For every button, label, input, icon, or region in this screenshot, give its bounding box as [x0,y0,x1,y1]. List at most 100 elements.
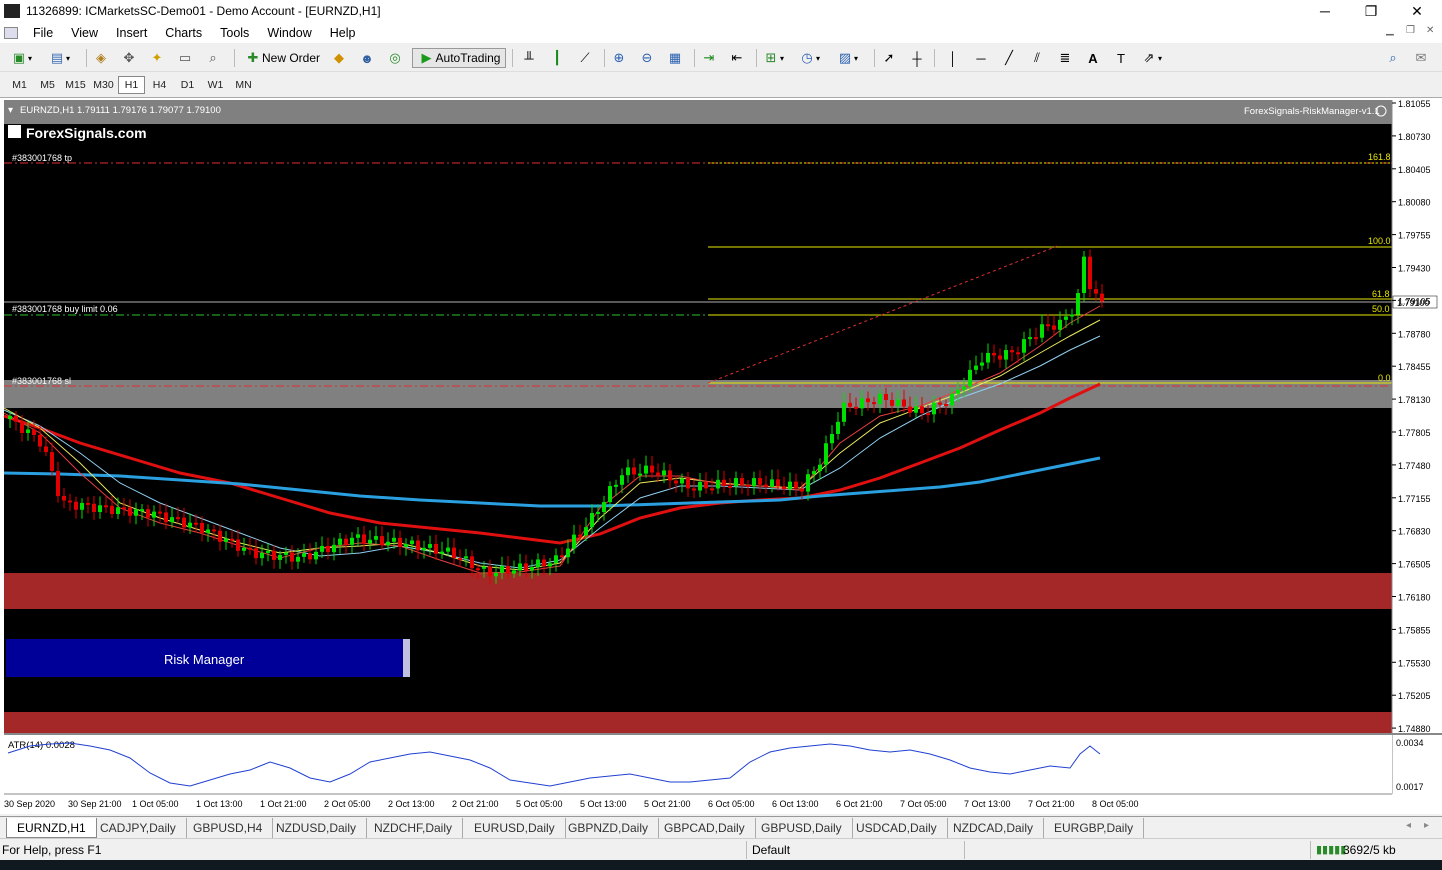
time-tick-label: 1 Oct 13:00 [196,799,243,809]
metatrader-app-icon [4,4,20,18]
document-icon[interactable] [4,26,18,39]
data-window-button[interactable]: ✥ [120,48,138,68]
chart-dropdown-icon[interactable]: ▾ [8,105,13,116]
risk-manager-button[interactable]: Risk Manager [6,639,410,677]
cursor-tool[interactable]: ➚ [880,48,898,68]
candlestick-button[interactable]: ┃ [548,48,566,68]
crosshair-tool[interactable]: ┼ [908,48,926,68]
candle-body [374,536,378,540]
chart-window[interactable]: ▾ EURNZD,H1 1.79111 1.79176 1.79077 1.79… [0,98,1442,814]
profiles-button[interactable]: ▤ ▾ [48,48,70,68]
timeframe-m30[interactable]: M30 [90,76,117,94]
market-button[interactable]: ◎ [386,48,404,68]
tab-usdcad-daily[interactable]: USDCAD,Daily [846,818,948,838]
new-chart-button[interactable]: ▣ ▾ [10,48,32,68]
close-button[interactable]: ✕ [1394,0,1440,22]
tab-nzdchf-daily[interactable]: NZDCHF,Daily [364,818,463,838]
tab-eurnzd-h1[interactable]: EURNZD,H1 [6,818,97,838]
timeframe-m5[interactable]: M5 [34,76,61,94]
menu-window[interactable]: Window [258,26,320,40]
chart-shift-button[interactable]: ⇤ [728,48,746,68]
zoom-in-button[interactable]: ⊕ [610,48,628,68]
time-tick-label: 6 Oct 13:00 [772,799,819,809]
new-order-button[interactable]: ✚ New Order [242,48,322,68]
menu-view[interactable]: View [62,26,107,40]
menu-tools[interactable]: Tools [211,26,258,40]
signals-button[interactable]: ☻ [358,48,376,68]
terminal-button[interactable]: ▭ [176,48,194,68]
mdi-minimize-icon[interactable]: ▁ [1386,25,1394,36]
tab-eurgbp-daily[interactable]: EURGBP,Daily [1044,818,1145,838]
candle-body [914,406,918,413]
trendline-tool[interactable]: ╱ [1000,48,1018,68]
mdi-close-icon[interactable]: ✕ [1426,25,1434,36]
candle-body [362,534,366,544]
menu-insert[interactable]: Insert [107,26,156,40]
bar-chart-button[interactable]: ╨ [520,48,538,68]
candle-body [938,402,942,405]
candle-body [482,566,486,569]
vertical-line-tool[interactable]: │ [944,48,962,68]
indicators-button[interactable]: ⊞ ▾ [762,48,784,68]
search-button[interactable]: ⌕ [1384,48,1402,68]
menu-file[interactable]: File [24,26,62,40]
candle-body [680,478,684,484]
timeframe-m1[interactable]: M1 [6,76,33,94]
candle-body [404,544,408,548]
timeframe-w1[interactable]: W1 [202,76,229,94]
tab-nzdcad-daily[interactable]: NZDCAD,Daily [943,818,1045,838]
metaeditor-button[interactable]: ◆ [330,48,348,68]
price-chart[interactable]: ▾ EURNZD,H1 1.79111 1.79176 1.79077 1.79… [0,98,1442,814]
new-order-label: New Order [261,51,320,65]
tab-eurusd-daily[interactable]: EURUSD,Daily [464,818,566,838]
autotrading-button[interactable]: ▶ AutoTrading [412,48,506,68]
timeframe-h1[interactable]: H1 [118,76,145,94]
candle-body [782,486,786,490]
tab-gbpusd-daily[interactable]: GBPUSD,Daily [751,818,853,838]
price-tick-label: 1.75205 [1398,691,1431,701]
strategy-tester-button[interactable]: ⌕ [204,48,222,68]
arrows-tool[interactable]: ⇗ ▾ [1140,48,1162,68]
maximize-button[interactable]: ❐ [1348,0,1394,22]
menu-charts[interactable]: Charts [156,26,211,40]
tabs-scroll-left-icon[interactable]: ◂ [1406,820,1411,831]
tab-cadjpy-daily[interactable]: CADJPY,Daily [90,818,187,838]
tab-gbpusd-h4[interactable]: GBPUSD,H4 [183,818,274,838]
tabs-scroll-right-icon[interactable]: ▸ [1424,820,1429,831]
candle-body [542,559,546,567]
minimize-button[interactable]: ─ [1302,0,1348,22]
candle-body [212,529,216,532]
chart-shift-icon: ⇤ [731,50,743,65]
zoom-out-button[interactable]: ⊖ [638,48,656,68]
price-tick-label: 1.74880 [1398,724,1431,734]
candle-body [302,553,306,557]
timeframe-d1[interactable]: D1 [174,76,201,94]
horizontal-line-tool[interactable]: ─ [972,48,990,68]
tile-windows-button[interactable]: ▦ [666,48,684,68]
risk-manager-handle[interactable] [403,639,410,677]
candle-body [14,415,18,422]
tab-nzdusd-daily[interactable]: NZDUSD,Daily [266,818,368,838]
chat-button[interactable]: ✉ [1412,48,1430,68]
periods-button[interactable]: ◷ ▾ [798,48,820,68]
autoscroll-button[interactable]: ⇥ [700,48,718,68]
timeframe-m15[interactable]: M15 [62,76,89,94]
mdi-restore-icon[interactable]: ❐ [1406,25,1415,36]
timeframe-h4[interactable]: H4 [146,76,173,94]
timeframe-mn[interactable]: MN [230,76,257,94]
market-watch-button[interactable]: ◈ [92,48,110,68]
candle-body [428,544,432,548]
navigator-button[interactable]: ✦ [148,48,166,68]
tab-gbpcad-daily[interactable]: GBPCAD,Daily [654,818,756,838]
text-tool[interactable]: A [1084,48,1102,68]
fibonacci-tool[interactable]: ≣ [1056,48,1074,68]
forexsignals-logo: ForexSignals.com [26,125,147,141]
line-chart-button[interactable]: ⟋ [576,48,594,68]
channel-tool[interactable]: ⫽ [1028,48,1046,68]
text-label-tool[interactable]: T [1112,48,1130,68]
tab-gbpnzd-daily[interactable]: GBPNZD,Daily [558,818,660,838]
menu-help[interactable]: Help [321,26,365,40]
candle-body [458,558,462,561]
demand-zone-red [4,573,1392,609]
templates-button[interactable]: ▨ ▾ [836,48,858,68]
